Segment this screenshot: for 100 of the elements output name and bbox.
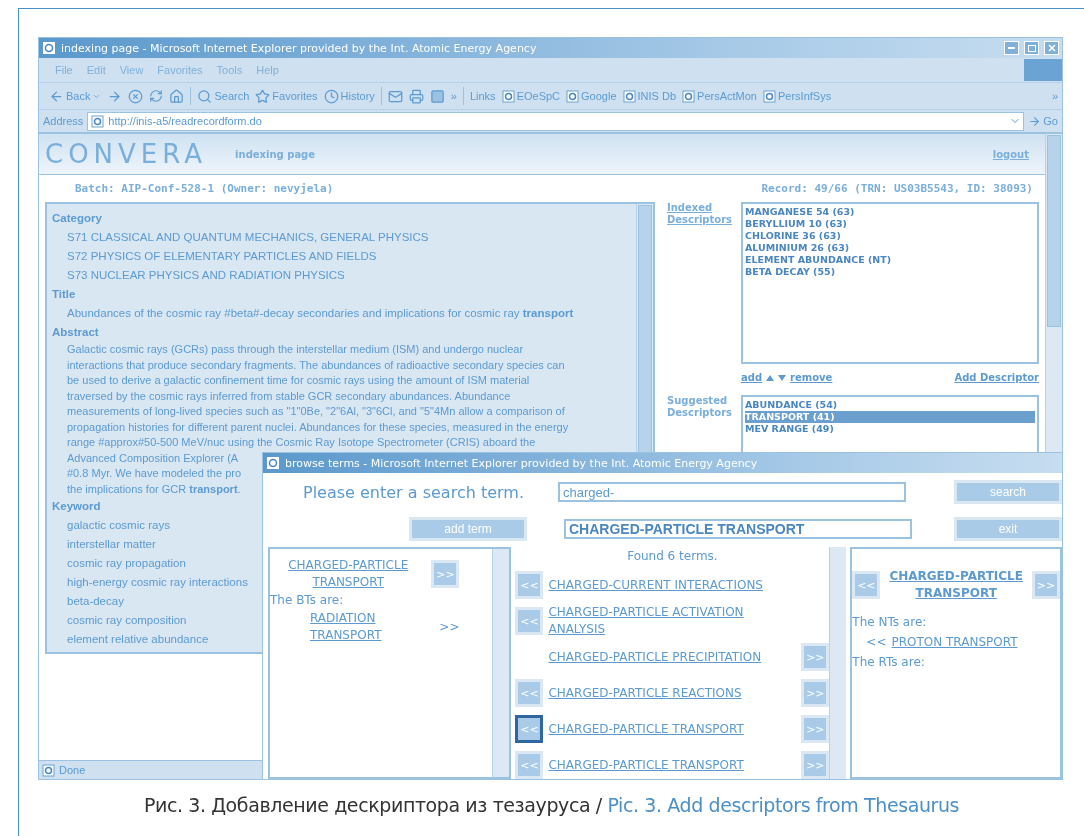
- move-button[interactable]: <<: [515, 679, 544, 707]
- scrollbar[interactable]: [492, 549, 510, 777]
- rt-heading: The RTs are:: [852, 655, 925, 669]
- add-term-button[interactable]: add term: [409, 517, 527, 541]
- add-link[interactable]: add: [741, 372, 763, 383]
- descriptor-item[interactable]: ELEMENT ABUNDANCE (NT): [745, 254, 1035, 266]
- more-button[interactable]: »: [450, 90, 457, 102]
- term-link[interactable]: CHARGED-PARTICLE TRANSPORT: [270, 557, 427, 591]
- move-button[interactable]: >>: [801, 715, 830, 743]
- history-button[interactable]: History: [323, 88, 375, 104]
- term-link[interactable]: CHARGED-CURRENT INTERACTIONS: [548, 576, 797, 594]
- page-icon[interactable]: [42, 763, 55, 777]
- batch-label: Batch: AIP-Conf-528-1 (Owner: nevyjela): [75, 182, 334, 195]
- refresh-icon[interactable]: [149, 89, 164, 103]
- descriptor-item[interactable]: ALUMINIUM 26 (63): [745, 242, 1035, 254]
- page-icon[interactable]: [91, 114, 105, 128]
- menu-item[interactable]: Help: [256, 64, 279, 76]
- term-link[interactable]: CHARGED-PARTICLE ACTIVATION ANALYSIS: [548, 604, 797, 638]
- descriptor-item[interactable]: BETA DECAY (55): [745, 266, 1035, 278]
- field-value: cosmic ray propagation: [67, 556, 186, 571]
- suggested-list[interactable]: ABUNDANCE (54) TRANSPORT (41) MEV RANGE (49): [741, 395, 1039, 455]
- exit-button[interactable]: exit: [954, 517, 1062, 541]
- term-link[interactable]: CHARGED-PARTICLE TRANSPORT: [885, 568, 1027, 602]
- menu-item[interactable]: Tools: [216, 64, 243, 76]
- print-icon[interactable]: [408, 88, 424, 104]
- add-descriptor-link[interactable]: Add Descriptor: [954, 372, 1039, 383]
- home-icon[interactable]: [169, 88, 185, 104]
- scrollbar[interactable]: [829, 547, 847, 779]
- menu-item[interactable]: View: [119, 64, 144, 76]
- abstract-line: propagation histories for different parent nuclei. Abundances for these species, measured in the energy: [67, 419, 569, 435]
- address-field[interactable]: http://inis-a5/readrecordform.do: [87, 111, 1025, 131]
- term-link[interactable]: CHARGED-PARTICLE REACTIONS: [548, 684, 797, 702]
- minimize-button[interactable]: [1004, 41, 1019, 55]
- abstract-line: interactions that produce secondary fragments. The abundances of radioactive secondary species can: [67, 357, 565, 373]
- move-link[interactable]: >>: [439, 620, 460, 634]
- section-heading: Keyword: [52, 499, 101, 514]
- indexed-descriptors-link[interactable]: Indexed Descriptors: [667, 202, 737, 226]
- search-button[interactable]: search: [954, 480, 1062, 504]
- menu-item[interactable]: Edit: [86, 64, 106, 76]
- descriptor-item[interactable]: MEV RANGE (49): [745, 423, 1035, 435]
- descriptor-item[interactable]: ABUNDANCE (54): [745, 399, 1035, 411]
- logout-link[interactable]: logout: [992, 148, 1029, 160]
- search-icon: [197, 88, 213, 104]
- close-button[interactable]: [1044, 41, 1059, 55]
- link-button[interactable]: PersInfSys: [762, 89, 832, 103]
- mail-icon[interactable]: [387, 88, 403, 104]
- link-button[interactable]: EOeSpC: [501, 89, 561, 103]
- indexed-list[interactable]: MANGANESE 54 (63) BERYLLIUM 10 (63) CHLORINE 36 (63) ALUMINIUM 26 (63) ELEMENT ABUNDANCE (NT) BETA DECAY (55): [741, 202, 1039, 364]
- menu-item[interactable]: Favorites: [157, 64, 203, 76]
- descriptor-item[interactable]: CHLORINE 36 (63): [745, 230, 1035, 242]
- close-icon: [1047, 44, 1056, 52]
- term-link[interactable]: PROTON TRANSPORT: [891, 633, 1060, 651]
- term-link[interactable]: RADIATION TRANSPORT: [310, 610, 435, 644]
- field-value: S72 PHYSICS OF ELEMENTARY PARTICLES AND FIELDS: [67, 249, 377, 264]
- move-button[interactable]: <<: [515, 751, 544, 779]
- down-icon[interactable]: [778, 374, 787, 381]
- stop-icon[interactable]: [128, 88, 144, 104]
- field-value: S71 CLASSICAL AND QUANTUM MECHANICS, GENERAL PHYSICS: [67, 230, 429, 245]
- next-button[interactable]: >>: [431, 560, 460, 588]
- move-button[interactable]: <<: [515, 715, 544, 743]
- move-button[interactable]: <<: [515, 607, 544, 635]
- maximize-button[interactable]: [1024, 41, 1039, 55]
- status-text: Done: [59, 764, 86, 776]
- link-button[interactable]: INIS Db: [622, 89, 677, 103]
- search-field[interactable]: charged-: [558, 482, 906, 502]
- edit-icon[interactable]: [429, 88, 445, 104]
- page-icon[interactable]: [762, 89, 776, 103]
- page-icon[interactable]: [566, 89, 580, 103]
- abstract-line: Advanced Composition Explorer (A: [67, 450, 239, 466]
- abstract-line: range #approx#50-500 MeV/nuc using the Cosmic Ray Isotope Spectrometer (CRIS) aboard the: [67, 435, 536, 450]
- favorites-button[interactable]: Favorites: [255, 88, 318, 104]
- page-icon[interactable]: [501, 89, 515, 103]
- remove-link[interactable]: remove: [790, 372, 833, 383]
- term-link[interactable]: CHARGED-PARTICLE PRECIPITATION: [548, 648, 797, 666]
- maximize-icon: [1027, 44, 1036, 52]
- move-button[interactable]: <<: [515, 571, 544, 599]
- search-button[interactable]: Search: [197, 88, 250, 104]
- next-button[interactable]: >>: [1032, 571, 1060, 599]
- move-link[interactable]: <<: [866, 635, 887, 649]
- go-button[interactable]: Go: [1028, 114, 1058, 128]
- window-title: browse terms - Microsoft Internet Explorer provided by the Int. Atomic Energy Agency: [285, 456, 759, 470]
- link-button[interactable]: Google: [566, 89, 617, 103]
- back-button[interactable]: Back: [49, 88, 102, 104]
- descriptor-item[interactable]: MANGANESE 54 (63): [745, 206, 1035, 218]
- term-field[interactable]: CHARGED-PARTICLE TRANSPORT: [564, 519, 912, 539]
- descriptor-item[interactable]: BERYLLIUM 10 (63): [745, 218, 1035, 230]
- term-link[interactable]: CHARGED-PARTICLE TRANSPORT: [548, 756, 797, 774]
- page-icon[interactable]: [682, 89, 696, 103]
- page-icon[interactable]: [622, 89, 636, 103]
- link-button[interactable]: PersActMon: [682, 89, 757, 103]
- prev-button[interactable]: <<: [852, 571, 881, 599]
- move-button[interactable]: >>: [801, 643, 830, 671]
- more-button[interactable]: »: [1051, 90, 1058, 102]
- forward-icon[interactable]: [107, 88, 123, 104]
- descriptor-item[interactable]: TRANSPORT (41): [745, 411, 1035, 423]
- menu-item[interactable]: File: [55, 64, 73, 76]
- up-icon[interactable]: [766, 374, 775, 381]
- move-button[interactable]: >>: [801, 751, 830, 779]
- term-link[interactable]: CHARGED-PARTICLE TRANSPORT: [548, 720, 797, 738]
- move-button[interactable]: >>: [801, 679, 830, 707]
